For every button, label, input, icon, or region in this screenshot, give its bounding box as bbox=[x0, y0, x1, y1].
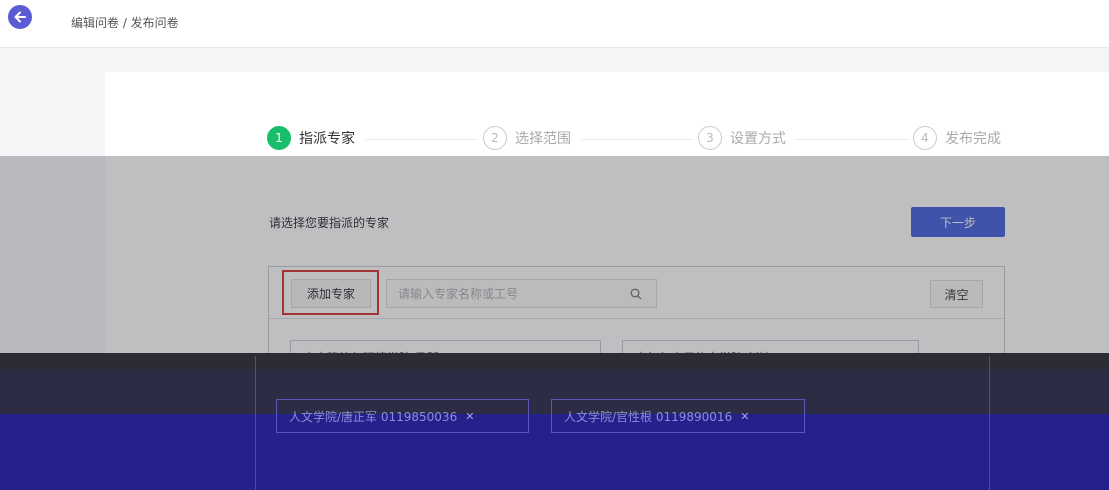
expert-tag: 人文学院/唐正军 0119850036 ✕ bbox=[276, 399, 529, 433]
step-connector bbox=[796, 139, 908, 140]
overlay-band bbox=[0, 156, 1109, 356]
step-indicator: 1 指派专家 2 选择范围 3 设置方式 4 发布完成 bbox=[267, 126, 1007, 156]
back-button[interactable] bbox=[8, 5, 32, 29]
step-connector bbox=[581, 139, 693, 140]
expert-tag: 人文学院/官性根 0119890016 ✕ bbox=[551, 399, 805, 433]
step-number: 2 bbox=[483, 126, 507, 150]
step-connector bbox=[365, 139, 477, 140]
expert-tag-label: 人文学院/唐正军 0119850036 bbox=[289, 409, 458, 424]
step-1: 1 指派专家 bbox=[267, 126, 355, 150]
overlay-line bbox=[989, 356, 990, 490]
top-bar: 编辑问卷 / 发布问卷 bbox=[0, 0, 1109, 48]
step-4: 4 发布完成 bbox=[913, 126, 1001, 150]
overlay-line bbox=[255, 356, 256, 490]
step-label: 指派专家 bbox=[299, 131, 355, 147]
arrow-left-icon bbox=[14, 11, 26, 23]
expert-tag-label: 人文学院/官性根 0119890016 bbox=[564, 409, 733, 424]
close-icon[interactable]: ✕ bbox=[465, 410, 474, 423]
overlay-band bbox=[0, 353, 1109, 369]
close-icon[interactable]: ✕ bbox=[740, 410, 749, 423]
breadcrumb: 编辑问卷 / 发布问卷 bbox=[71, 16, 179, 30]
step-label: 设置方式 bbox=[730, 131, 786, 147]
step-2: 2 选择范围 bbox=[483, 126, 571, 150]
step-label: 发布完成 bbox=[945, 131, 1001, 147]
step-label: 选择范围 bbox=[515, 131, 571, 147]
step-3: 3 设置方式 bbox=[698, 126, 786, 150]
step-number: 3 bbox=[698, 126, 722, 150]
step-number: 4 bbox=[913, 126, 937, 150]
step-number: 1 bbox=[267, 126, 291, 150]
